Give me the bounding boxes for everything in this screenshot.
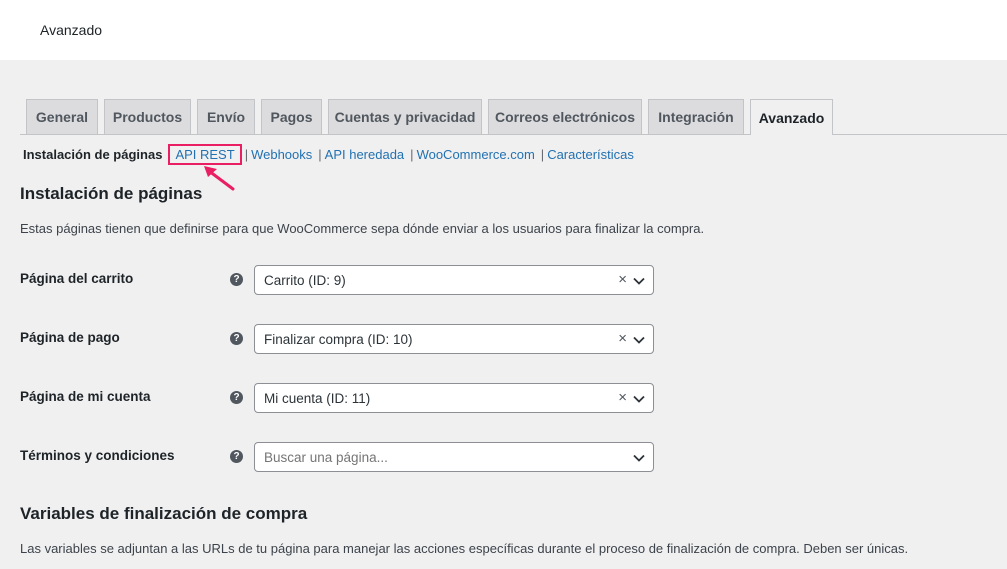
select-pagina-mi-cuenta[interactable]: Mi cuenta (ID: 11) ×	[254, 383, 654, 413]
select-pagina-pago[interactable]: Finalizar compra (ID: 10) ×	[254, 324, 654, 354]
subnav-separator: |	[318, 146, 322, 162]
tab-cuentas-privacidad[interactable]: Cuentas y privacidad	[328, 99, 482, 134]
subnav-link-caracteristicas[interactable]: Características	[547, 147, 634, 162]
select-value: Carrito (ID: 9)	[264, 273, 346, 288]
chevron-down-icon[interactable]	[632, 392, 646, 406]
select-value: Mi cuenta (ID: 11)	[264, 391, 371, 406]
sub-navigation: Instalación de páginas API REST | Webhoo…	[23, 143, 634, 165]
page-header-title: Avanzado	[40, 22, 103, 38]
help-icon[interactable]: ?	[230, 332, 243, 345]
label-pagina-carrito: Página del carrito	[20, 271, 134, 286]
chevron-down-icon[interactable]	[632, 333, 646, 347]
help-icon[interactable]: ?	[230, 273, 243, 286]
clear-selection-icon[interactable]: ×	[618, 271, 627, 288]
chevron-down-icon[interactable]	[632, 451, 646, 465]
help-icon[interactable]: ?	[230, 450, 243, 463]
tab-envio[interactable]: Envío	[197, 99, 255, 134]
select-pagina-carrito[interactable]: Carrito (ID: 9) ×	[254, 265, 654, 295]
tab-productos[interactable]: Productos	[104, 99, 191, 134]
chevron-down-icon[interactable]	[632, 274, 646, 288]
tab-general[interactable]: General	[26, 99, 98, 134]
subnav-link-woocommerce-com[interactable]: WooCommerce.com	[417, 147, 535, 162]
select-terminos-condiciones[interactable]: Buscar una página...	[254, 442, 654, 472]
top-bar: Avanzado	[0, 0, 1007, 60]
subnav-separator: |	[410, 146, 414, 162]
tab-pagos[interactable]: Pagos	[261, 99, 322, 134]
clear-selection-icon[interactable]: ×	[618, 330, 627, 347]
subnav-link-webhooks[interactable]: Webhooks	[251, 147, 312, 162]
select-value: Finalizar compra (ID: 10)	[264, 332, 413, 347]
help-icon[interactable]: ?	[230, 391, 243, 404]
section-description-page-setup: Estas páginas tienen que definirse para …	[20, 221, 705, 236]
section-description-checkout-endpoints: Las variables se adjuntan a las URLs de …	[20, 541, 909, 556]
section-title-checkout-endpoints: Variables de finalización de compra	[20, 504, 308, 523]
section-title-page-setup: Instalación de páginas	[20, 184, 203, 203]
tab-integracion[interactable]: Integración	[648, 99, 744, 134]
subnav-separator: |	[244, 146, 249, 162]
label-terminos-condiciones: Términos y condiciones	[20, 448, 175, 463]
annotation-arrow-icon	[204, 166, 235, 191]
settings-tabs: General Productos Envío Pagos Cuentas y …	[20, 99, 1007, 135]
subnav-current-instalacion-paginas[interactable]: Instalación de páginas	[23, 147, 162, 162]
clear-selection-icon[interactable]: ×	[618, 389, 627, 406]
tab-avanzado[interactable]: Avanzado	[750, 99, 833, 135]
subnav-separator: |	[540, 146, 545, 162]
select-placeholder: Buscar una página...	[264, 450, 388, 465]
label-pagina-mi-cuenta: Página de mi cuenta	[20, 389, 151, 404]
subnav-link-api-heredada[interactable]: API heredada	[325, 147, 405, 162]
subnav-link-api-rest[interactable]: API REST	[168, 143, 242, 165]
label-pagina-pago: Página de pago	[20, 330, 120, 345]
tab-correos-electronicos[interactable]: Correos electrónicos	[488, 99, 642, 134]
